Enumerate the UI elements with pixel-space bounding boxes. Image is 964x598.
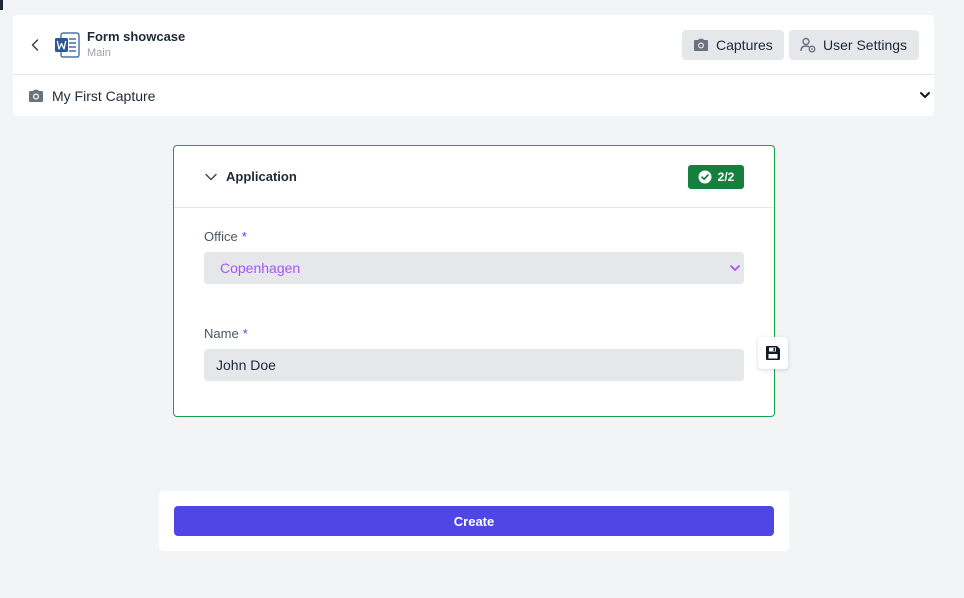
office-selected-value: Copenhagen — [220, 260, 301, 276]
camera-icon — [694, 38, 708, 51]
completion-badge: 2/2 — [688, 165, 744, 189]
window-edge-marker — [0, 0, 3, 10]
office-label-text: Office — [204, 229, 238, 244]
required-marker: * — [242, 326, 248, 341]
floppy-disk-icon — [766, 346, 780, 360]
create-panel: Create — [159, 491, 789, 551]
captures-button[interactable]: Captures — [682, 30, 784, 60]
captures-label: Captures — [716, 37, 773, 53]
section-header: Application 2/2 — [174, 146, 774, 208]
section-title: Application — [226, 169, 297, 184]
name-input[interactable] — [204, 349, 744, 381]
app-header: Form showcase Main Captures User Setting… — [13, 15, 934, 116]
user-settings-button[interactable]: User Settings — [789, 30, 919, 60]
app-title: Form showcase — [87, 29, 186, 44]
camera-icon — [29, 89, 43, 102]
capture-selector[interactable]: My First Capture — [13, 76, 934, 116]
user-settings-label: User Settings — [823, 37, 908, 53]
header-top-bar: Form showcase Main Captures User Setting… — [13, 15, 934, 75]
name-label: Name * — [204, 326, 248, 341]
chevron-down-icon[interactable] — [204, 170, 218, 184]
name-label-text: Name — [204, 326, 239, 341]
word-document-icon — [55, 32, 80, 58]
back-button[interactable] — [27, 36, 43, 54]
chevron-down-icon — [920, 92, 930, 98]
chevron-down-icon — [730, 265, 740, 271]
app-subtitle: Main — [87, 47, 111, 59]
office-label: Office * — [204, 229, 247, 244]
capture-name: My First Capture — [52, 88, 156, 104]
chevron-left-icon — [31, 39, 39, 51]
check-circle-icon — [698, 170, 712, 184]
office-select[interactable]: Copenhagen — [204, 252, 744, 284]
completion-count: 2/2 — [717, 170, 735, 184]
save-button[interactable] — [758, 337, 788, 369]
create-button[interactable]: Create — [174, 506, 774, 536]
application-form-card: Application 2/2 Office * Copenhagen Name * — [173, 145, 775, 417]
required-marker: * — [241, 229, 247, 244]
user-gear-icon — [800, 37, 816, 53]
